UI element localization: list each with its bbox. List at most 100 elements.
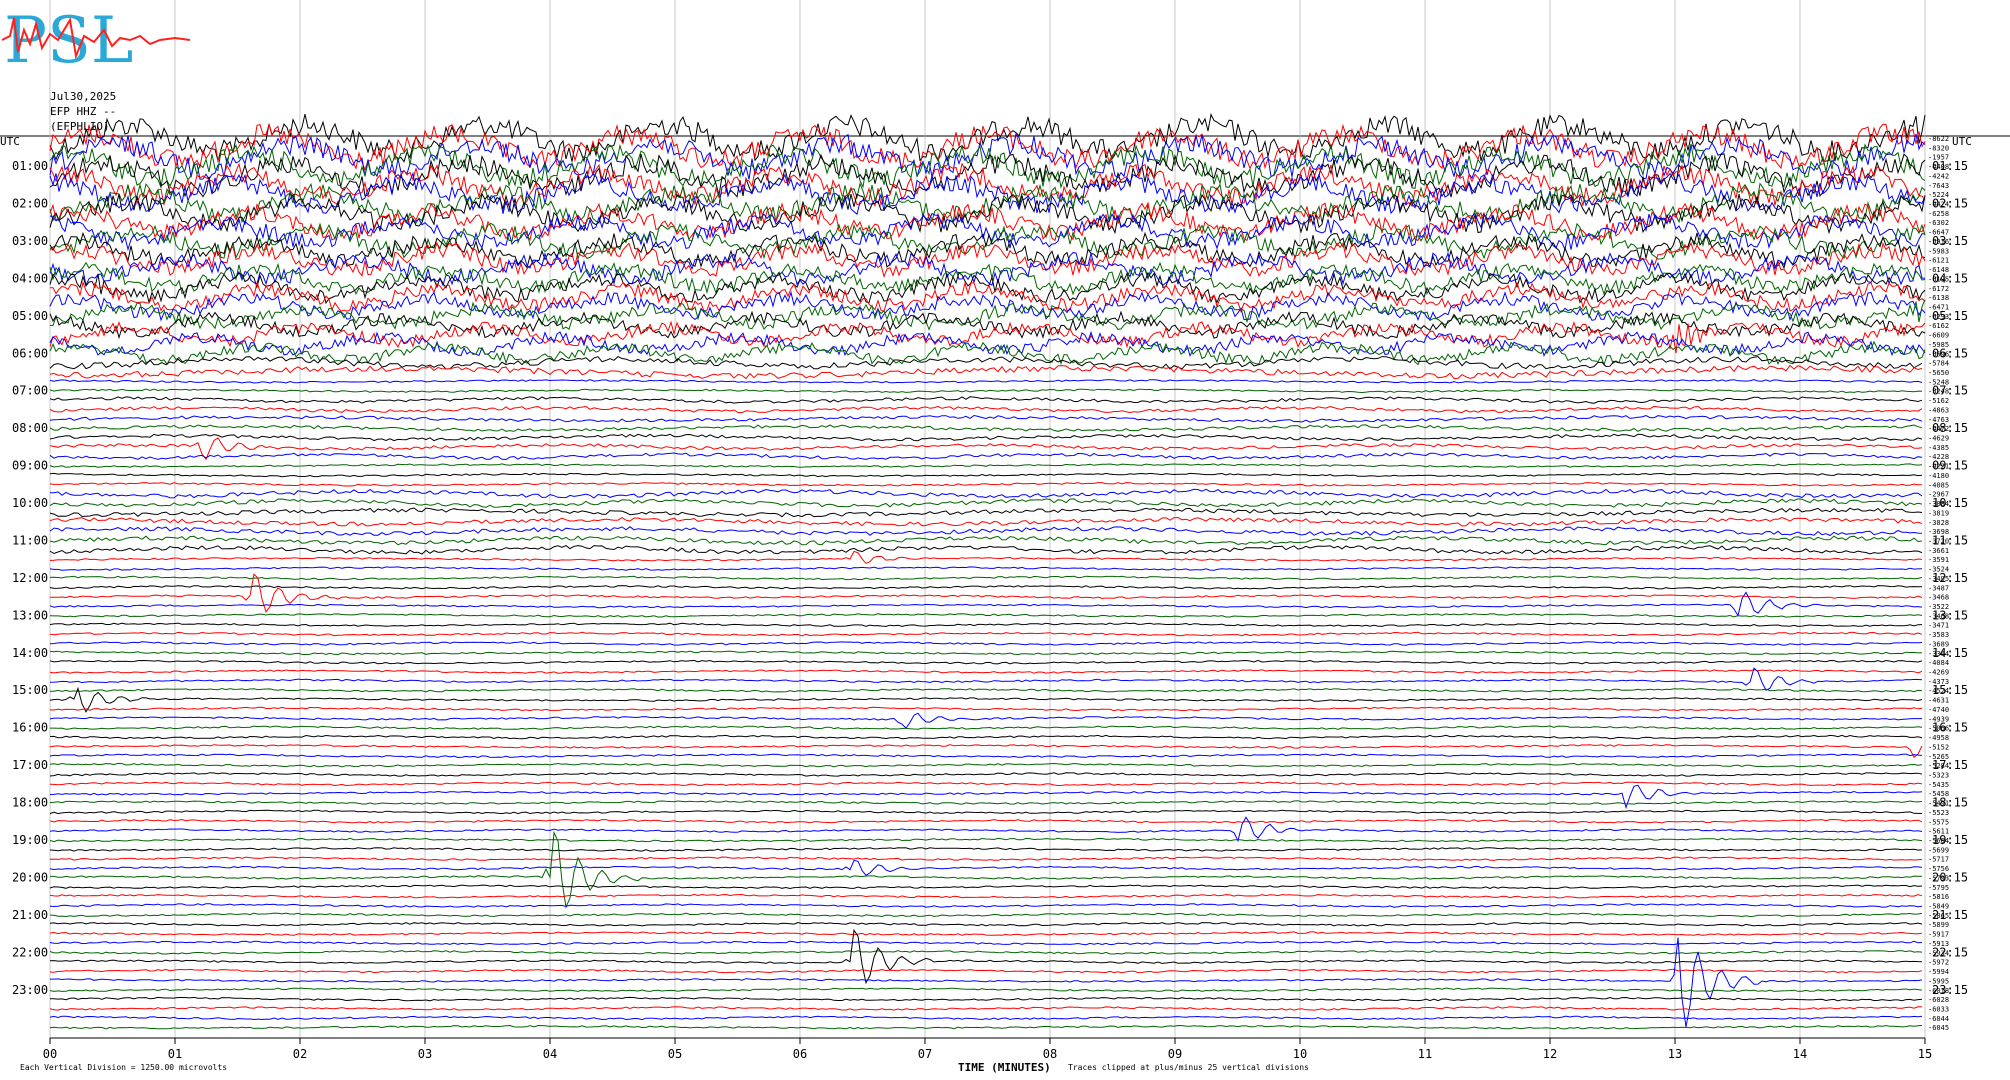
seismic-trace xyxy=(49,800,1923,805)
seismic-trace xyxy=(49,388,1923,394)
hour-label-left: 06:00 xyxy=(12,346,48,360)
trace-offset-label: -4385 xyxy=(1928,444,1949,452)
seismic-trace xyxy=(49,940,1923,946)
hour-label-right: 01:15 xyxy=(1932,159,1968,173)
hour-label-right: 17:15 xyxy=(1932,758,1968,772)
seismic-trace xyxy=(49,550,1923,565)
hour-label-left: 01:00 xyxy=(12,159,48,173)
hour-label-right: 03:15 xyxy=(1932,234,1968,248)
trace-offset-label: -5435 xyxy=(1928,781,1949,789)
seismic-trace xyxy=(49,613,1923,618)
seismic-trace xyxy=(49,762,1923,768)
hour-label-right: 15:15 xyxy=(1932,683,1968,697)
trace-offset-label: -6302 xyxy=(1928,219,1949,227)
seismic-trace xyxy=(49,452,1923,461)
hour-label-right: 10:15 xyxy=(1932,496,1968,510)
trace-offset-label: -3583 xyxy=(1928,631,1949,639)
trace-offset-label: -4084 xyxy=(1928,659,1949,667)
hour-label-right: 07:15 xyxy=(1932,384,1968,398)
x-tick-label: 00 xyxy=(43,1047,57,1061)
trace-offset-label: -5152 xyxy=(1928,743,1949,751)
seismic-trace xyxy=(49,772,1923,777)
seismic-trace xyxy=(49,884,1923,890)
seismic-trace xyxy=(49,310,1926,340)
hour-label-right: 16:15 xyxy=(1932,721,1968,735)
seismic-trace xyxy=(49,575,1923,581)
hour-label-left: 22:00 xyxy=(12,945,48,959)
seismic-trace xyxy=(49,669,1923,674)
footer-division-note: Each Vertical Division = 1250.00 microvo… xyxy=(20,1063,228,1072)
trace-offset-label: -3468 xyxy=(1928,594,1949,602)
trace-offset-label: -5784 xyxy=(1928,360,1949,368)
seismic-trace xyxy=(49,631,1923,637)
hour-label-right: 09:15 xyxy=(1932,459,1968,473)
trace-offset-label: -5795 xyxy=(1928,884,1949,892)
trace-offset-label: -6045 xyxy=(1928,1024,1949,1032)
seismic-trace xyxy=(49,968,1923,974)
seismic-trace xyxy=(49,837,1923,843)
hour-label-left: 15:00 xyxy=(12,683,48,697)
seismic-trace xyxy=(49,488,1923,499)
trace-offset-label: -5917 xyxy=(1928,931,1949,939)
seismic-trace xyxy=(49,472,1923,478)
trace-offset-label: -5699 xyxy=(1928,846,1949,854)
trace-offset-label: -5816 xyxy=(1928,893,1949,901)
hour-label-left: 05:00 xyxy=(12,309,48,323)
seismic-trace xyxy=(49,1024,1923,1030)
seismic-trace xyxy=(49,659,1923,665)
seismic-trace xyxy=(49,641,1923,646)
seismic-trace xyxy=(49,706,1923,712)
trace-offset-label: -6609 xyxy=(1928,332,1949,340)
hour-label-right: 12:15 xyxy=(1932,571,1968,585)
trace-offset-label: -4629 xyxy=(1928,435,1949,443)
trace-offset-label: -6028 xyxy=(1928,996,1949,1004)
helicorder-plot: 00 01 02 03 04 05 06 07 08 09 10 11 12 13 14 15 -8622-83… xyxy=(0,0,2010,1061)
hour-label-left: 14:00 xyxy=(12,646,48,660)
x-tick-label: 04 xyxy=(543,1047,557,1061)
hour-label-right: 14:15 xyxy=(1932,646,1968,660)
trace-offset-label: -3661 xyxy=(1928,547,1949,555)
hour-label-left: 07:00 xyxy=(12,384,48,398)
x-tick-label: 14 xyxy=(1793,1047,1807,1061)
trace-offset-label: -5162 xyxy=(1928,397,1949,405)
seismic-trace xyxy=(49,818,1923,824)
seismic-trace xyxy=(49,414,1923,423)
x-tick-label: 11 xyxy=(1418,1047,1432,1061)
seismic-trace xyxy=(49,847,1923,852)
trace-offset-label: -8320 xyxy=(1928,144,1949,152)
trace-offset-label: -4863 xyxy=(1928,406,1949,414)
trace-offset-label: -5717 xyxy=(1928,856,1949,864)
trace-offset-label: -5650 xyxy=(1928,369,1949,377)
utc-left-label: UTC xyxy=(0,135,20,148)
hour-label-right: 05:15 xyxy=(1932,309,1968,323)
trace-offset-label: -3487 xyxy=(1928,584,1949,592)
channel-label: EFP HHZ -- xyxy=(50,105,117,118)
seismic-trace xyxy=(49,545,1923,555)
hour-label-right: 04:15 xyxy=(1932,271,1968,285)
hour-label-left: 16:00 xyxy=(12,721,48,735)
hour-label-left: 12:00 xyxy=(12,571,48,585)
seismic-trace xyxy=(49,463,1923,468)
trace-offset-label: -4242 xyxy=(1928,172,1949,180)
hour-label-right: 18:15 xyxy=(1932,796,1968,810)
x-tick-label: 06 xyxy=(793,1047,807,1061)
trace-offset-label: -6258 xyxy=(1928,210,1949,218)
seismic-trace xyxy=(49,396,1923,404)
x-tick-label: 07 xyxy=(918,1047,932,1061)
seismic-trace xyxy=(49,424,1923,432)
seismic-trace xyxy=(50,725,1923,730)
hour-label-right: 22:15 xyxy=(1932,945,1968,959)
hour-label-right: 11:15 xyxy=(1932,533,1968,547)
hour-label-left: 20:00 xyxy=(12,870,48,884)
x-tick-label: 15 xyxy=(1918,1047,1932,1061)
hour-label-left: 11:00 xyxy=(12,533,48,547)
hour-label-right: 21:15 xyxy=(1932,908,1968,922)
trace-offset-label: -8622 xyxy=(1928,135,1949,143)
trace-offset-label: -3591 xyxy=(1928,556,1949,564)
footer-clip-note: Traces clipped at plus/minus 25 vertical… xyxy=(1068,1063,1309,1072)
trace-offset-label: -6121 xyxy=(1928,257,1949,265)
trace-offset-label: -6162 xyxy=(1928,322,1949,330)
x-tick-label: 09 xyxy=(1168,1047,1182,1061)
x-tick-label: 10 xyxy=(1293,1047,1307,1061)
seismic-trace xyxy=(49,280,1926,314)
